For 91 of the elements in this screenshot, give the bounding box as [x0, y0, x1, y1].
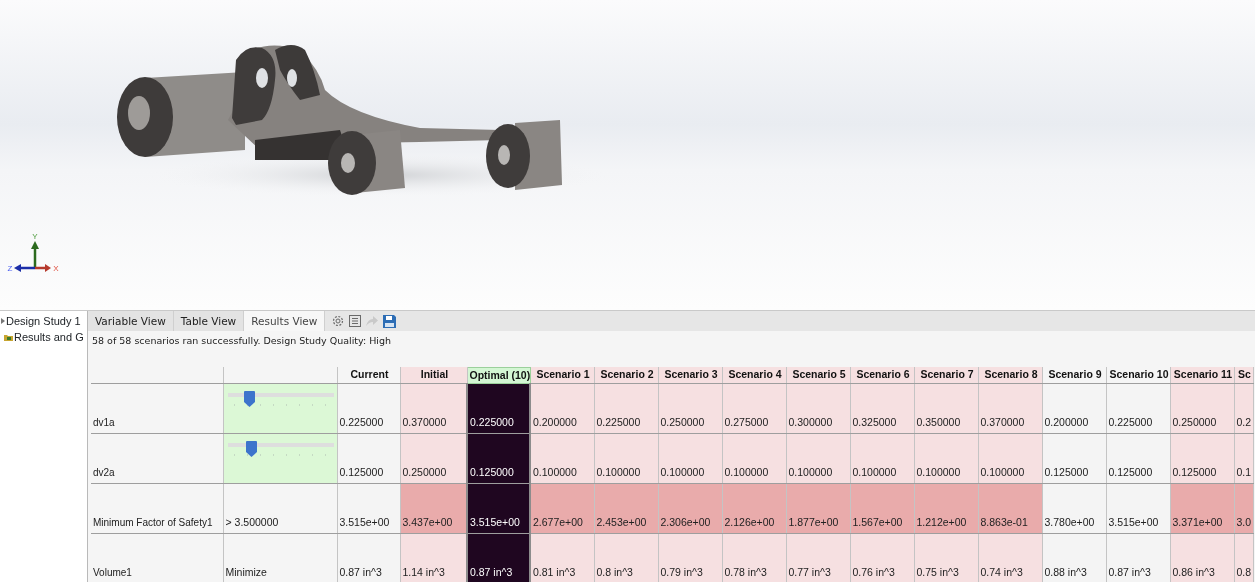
table-cell: 0.250000: [400, 433, 467, 484]
slider-thumb[interactable]: [245, 440, 257, 457]
table-cell: 2.306e+00: [658, 483, 722, 534]
table-cell: 0.78 in^3: [722, 533, 786, 582]
table-cell: 0.125000: [1042, 433, 1106, 484]
slider-thumb[interactable]: [243, 390, 255, 407]
table-cell: 0.300000: [786, 383, 850, 434]
table-cell: 1.567e+00: [850, 483, 914, 534]
table-cell: 0.100000: [530, 433, 594, 484]
table-cell: 0.100000: [722, 433, 786, 484]
table-cell: 0.100000: [978, 433, 1042, 484]
column-header[interactable]: Sc: [1234, 367, 1253, 384]
table-cell: 0.100000: [786, 433, 850, 484]
table-cell: 0.125000: [1170, 433, 1234, 484]
table-cell: 0.200000: [530, 383, 594, 434]
table-cell: Minimize: [223, 533, 337, 582]
table-cell: 0.75 in^3: [914, 533, 978, 582]
table-cell: 0.125000: [337, 433, 400, 484]
column-header[interactable]: Scenario 11: [1170, 367, 1234, 384]
table-cell: 3.780e+00: [1042, 483, 1106, 534]
table-cell: 0.100000: [594, 433, 658, 484]
table-cell: 0.76 in^3: [850, 533, 914, 582]
table-cell: 1.14 in^3: [400, 533, 467, 582]
axis-label: Y: [32, 232, 38, 241]
column-header[interactable]: Scenario 6: [850, 367, 914, 384]
column-header[interactable]: Scenario 3: [658, 367, 722, 384]
table-cell: 0.225000: [1106, 383, 1170, 434]
column-header[interactable]: Scenario 7: [914, 367, 978, 384]
table-cell: 0.250000: [658, 383, 722, 434]
tree-item[interactable]: Results and G: [14, 328, 84, 346]
table-cell: 0.370000: [400, 383, 467, 434]
table-cell: 1.212e+00: [914, 483, 978, 534]
row-label: dv2a: [91, 433, 223, 484]
table-cell: 0.370000: [978, 383, 1042, 434]
table-cell: 0.250000: [1170, 383, 1234, 434]
table-cell: 0.100000: [914, 433, 978, 484]
table-cell: 3.515e+00: [1106, 483, 1170, 534]
table-cell: 0.77 in^3: [786, 533, 850, 582]
table-cell: 1.877e+00: [786, 483, 850, 534]
column-header[interactable]: Scenario 2: [594, 367, 658, 384]
table-cell: 0.87 in^3: [467, 533, 530, 582]
table-cell: 3.515e+00: [337, 483, 400, 534]
column-header[interactable]: Scenario 10: [1106, 367, 1170, 384]
table-cell: 2.126e+00: [722, 483, 786, 534]
column-header[interactable]: Initial: [400, 367, 467, 384]
table-cell: 0.125000: [1106, 433, 1170, 484]
table-cell: 0.79 in^3: [658, 533, 722, 582]
tree-item[interactable]: Design Study 1: [6, 312, 81, 330]
y-axis-arrow: [31, 241, 39, 269]
column-header[interactable]: Scenario 9: [1042, 367, 1106, 384]
column-header[interactable]: Optimal (10): [467, 367, 530, 384]
table-cell: 0.100000: [850, 433, 914, 484]
table-cell: 0.74 in^3: [978, 533, 1042, 582]
table-cell: 2.453e+00: [594, 483, 658, 534]
table-cell: 0.87 in^3: [1106, 533, 1170, 582]
table-cell: 0.87 in^3: [337, 533, 400, 582]
row-label: Volume1: [91, 533, 223, 582]
table-cell: 0.225000: [467, 383, 530, 434]
table-cell: 3.437e+00: [400, 483, 467, 534]
table-cell: 3.515e+00: [467, 483, 530, 534]
x-axis-arrow: [35, 264, 51, 272]
status-text: 58 of 58 scenarios ran successfully. Design Study Quality: High: [92, 335, 392, 346]
table-cell: 0.125000: [467, 433, 530, 484]
axis-label: X: [53, 264, 59, 273]
axis-label: Z: [7, 264, 13, 273]
table-cell: 0.350000: [914, 383, 978, 434]
table-cell: 0.88 in^3: [1042, 533, 1106, 582]
table-cell: 0.225000: [337, 383, 400, 434]
table-cell: > 3.500000: [223, 483, 337, 534]
view-tab[interactable]: Results View: [244, 311, 326, 331]
column-header[interactable]: Current: [337, 367, 400, 384]
table-cell: 0.86 in^3: [1170, 533, 1234, 582]
table-cell: 3.371e+00: [1170, 483, 1234, 534]
expand-icon[interactable]: [1, 318, 5, 324]
table-cell: 2.677e+00: [530, 483, 594, 534]
column-header[interactable]: Scenario 5: [786, 367, 850, 384]
table-cell: 0.200000: [1042, 383, 1106, 434]
table-cell: 0.275000: [722, 383, 786, 434]
table-cell: 0.325000: [850, 383, 914, 434]
table-cell: 0.81 in^3: [530, 533, 594, 582]
column-header[interactable]: Scenario 8: [978, 367, 1042, 384]
table-cell: 0.225000: [594, 383, 658, 434]
row-label: Minimum Factor of Safety1: [91, 483, 223, 534]
table-cell: 0.8 in^3: [594, 533, 658, 582]
table-cell: 0.100000: [658, 433, 722, 484]
table-cell: 8.863e-01: [978, 483, 1042, 534]
z-axis-arrow: [14, 264, 35, 272]
row-label: dv1a: [91, 383, 223, 434]
column-header[interactable]: Scenario 4: [722, 367, 786, 384]
folder-icon: [4, 333, 13, 341]
column-header[interactable]: Scenario 1: [530, 367, 594, 384]
